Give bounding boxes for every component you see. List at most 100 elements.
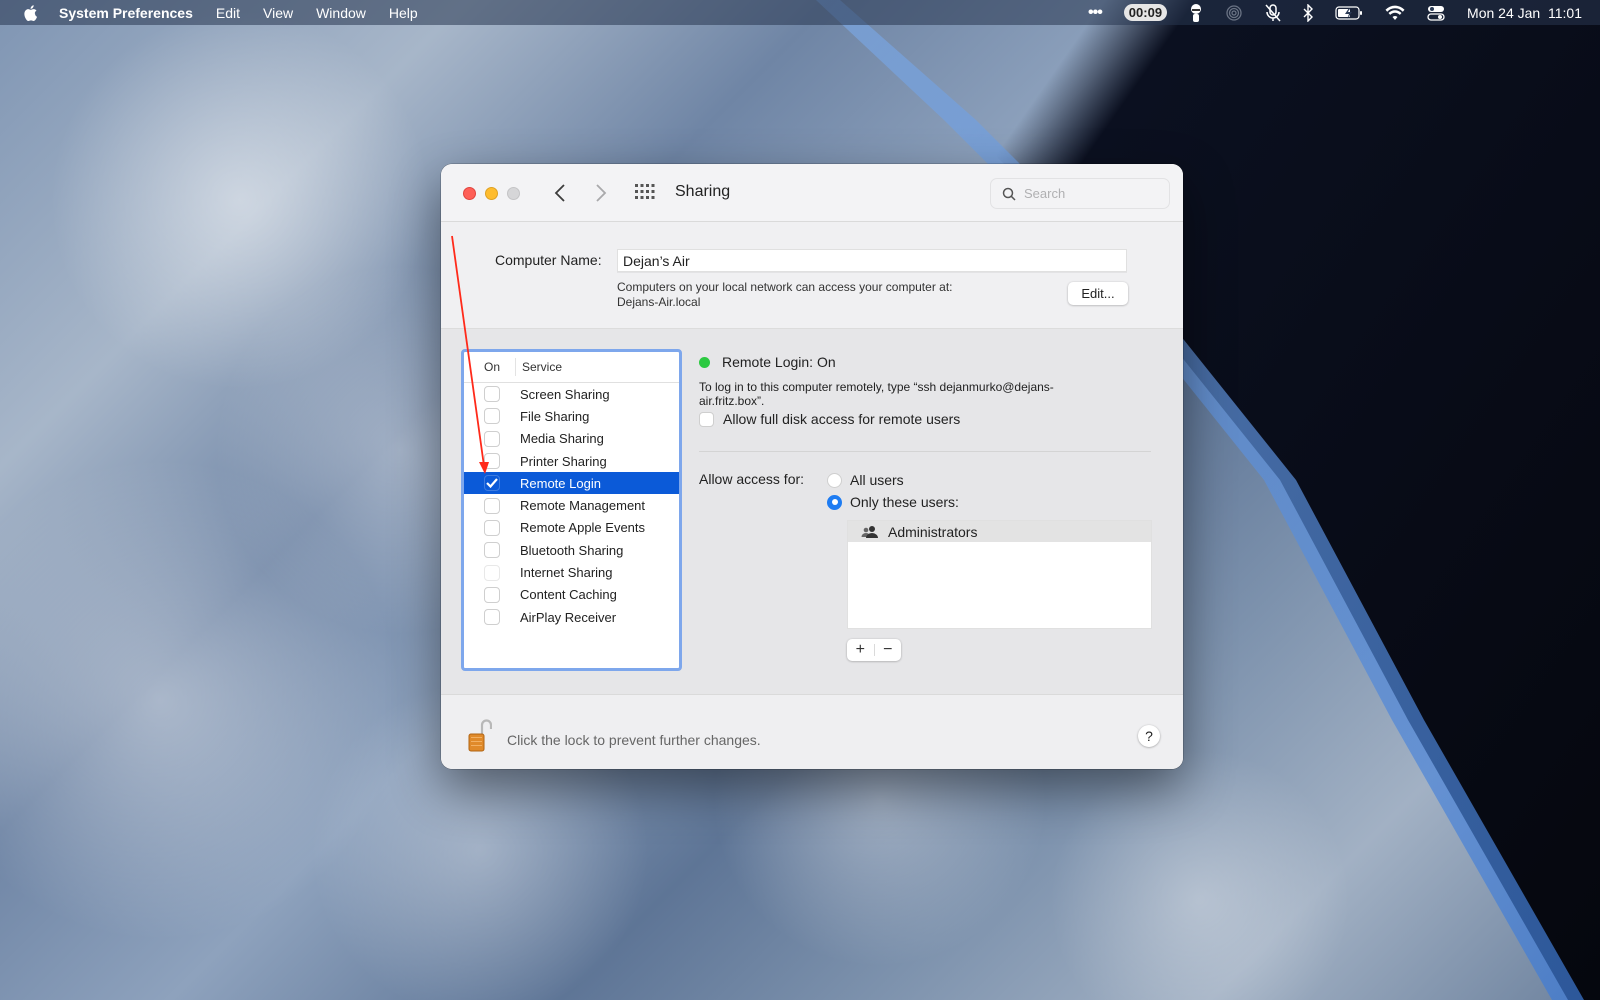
help-button[interactable]: ? [1138,725,1160,747]
bluetooth-icon[interactable] [1303,0,1314,25]
user-list-controls: + − [847,639,901,661]
computer-name-input[interactable] [617,249,1127,272]
menu-app-name[interactable]: System Preferences [59,5,193,21]
computer-name-note: Computers on your local network can acce… [617,280,953,309]
window-title: Sharing [675,183,731,200]
service-label: Bluetooth Sharing [520,542,624,558]
service-checkbox[interactable] [484,586,500,603]
recording-timer[interactable]: 00:09 [1123,0,1168,25]
search-input[interactable] [1024,186,1154,201]
full-disk-access-checkbox[interactable] [699,411,714,427]
all-users-radio[interactable] [827,472,842,488]
search-icon [1002,187,1016,201]
airdrop-icon[interactable] [1225,0,1243,25]
service-row[interactable]: Screen Sharing [464,383,679,405]
service-label: AirPlay Receiver [520,609,617,625]
status-indicator-icon [699,356,710,368]
user-face-icon[interactable] [1189,0,1203,25]
control-center-icon[interactable] [1427,0,1445,25]
access-only-these-users-option[interactable]: Only these users: [827,494,959,510]
wifi-icon[interactable] [1385,0,1405,25]
service-row[interactable]: Remote Apple Events [464,517,679,539]
local-hostname: Dejans-Air.local [617,295,701,309]
chevron-right-icon [596,184,607,202]
service-row[interactable]: Internet Sharing [464,561,679,583]
service-list-header: On Service [464,352,679,383]
service-row[interactable]: Content Caching [464,584,679,606]
service-checkbox[interactable] [484,519,500,536]
minimize-window-button[interactable] [485,187,498,200]
group-icon [861,525,878,538]
service-row[interactable]: Remote Management [464,494,679,516]
full-disk-access-option[interactable]: Allow full disk access for remote users [699,411,960,427]
service-checkbox[interactable] [484,430,500,447]
battery-charging-icon[interactable] [1335,0,1363,25]
grid-icon [635,184,655,199]
sharing-preferences-window: Sharing Computer Name: Computers on your… [441,164,1183,769]
service-row[interactable]: Media Sharing [464,428,679,450]
service-label: Internet Sharing [520,565,613,581]
column-header-service[interactable]: Service [516,360,562,374]
service-row[interactable]: AirPlay Receiver [464,606,679,628]
column-header-on[interactable]: On [464,358,516,376]
service-row[interactable]: File Sharing [464,405,679,427]
microphone-muted-icon[interactable] [1265,0,1281,25]
status-tray: ••• 00:09 Mon 24 Jan 11:01 [1066,0,1582,25]
user-list-item[interactable]: Administrators [848,521,1151,542]
service-label: Remote Login [520,475,601,491]
service-checkbox [484,564,500,581]
service-status: Remote Login: On [699,354,836,370]
close-window-button[interactable] [463,187,476,200]
zoom-window-button[interactable] [507,187,520,200]
service-label: Remote Apple Events [520,520,646,536]
menu-window[interactable]: Window [316,5,366,21]
window-footer: Click the lock to prevent further change… [441,694,1183,769]
service-list[interactable]: On Service Screen Sharing File Sharing Med… [461,349,682,671]
service-checkbox[interactable] [484,542,500,559]
forward-button[interactable] [589,181,613,205]
ellipsis-icon[interactable]: ••• [1088,0,1103,25]
service-row[interactable]: Printer Sharing [464,450,679,472]
menu-bar: System Preferences Edit View Window Help… [0,0,1600,25]
service-row[interactable]: Remote Login [464,472,679,495]
show-all-button[interactable] [635,184,655,202]
checkmark-icon [486,478,498,489]
edit-hostname-button[interactable]: Edit... [1068,282,1128,305]
service-checkbox[interactable] [484,609,500,626]
service-label: Media Sharing [520,431,604,447]
add-user-button[interactable]: + [847,639,874,661]
apple-logo-icon[interactable] [21,4,39,22]
remove-user-button[interactable]: − [875,639,902,661]
access-all-users-option[interactable]: All users [827,472,904,488]
service-label: File Sharing [520,408,590,424]
computer-name-section: Computer Name: Computers on your local n… [441,222,1183,329]
allowed-users-list[interactable]: Administrators [847,520,1152,629]
service-rows: Screen Sharing File Sharing Media Sharing P… [464,383,679,628]
section-divider [699,451,1151,452]
only-these-users-radio[interactable] [827,494,842,510]
chevron-left-icon [554,184,565,202]
service-label: Screen Sharing [520,386,610,402]
menu-view[interactable]: View [263,5,293,21]
allow-access-label: Allow access for: [699,471,805,487]
search-field[interactable] [990,178,1170,209]
full-disk-access-label: Allow full disk access for remote users [723,411,961,427]
service-checkbox[interactable] [484,497,500,514]
service-checkbox[interactable] [484,475,500,492]
service-label: Content Caching [520,587,617,603]
computer-name-label: Computer Name: [495,252,602,268]
menu-edit[interactable]: Edit [216,5,240,21]
services-section: On Service Screen Sharing File Sharing Med… [441,329,1183,694]
menu-clock[interactable]: Mon 24 Jan 11:01 [1467,5,1582,21]
back-button[interactable] [548,181,572,205]
ssh-instructions: To log in to this computer remotely, typ… [699,380,1054,408]
service-row[interactable]: Bluetooth Sharing [464,539,679,561]
service-label: Remote Management [520,498,646,514]
window-toolbar: Sharing [441,164,1183,222]
service-checkbox[interactable] [484,408,500,425]
unlocked-padlock-icon[interactable] [468,717,492,753]
service-checkbox[interactable] [484,386,500,403]
lock-message: Click the lock to prevent further change… [507,732,761,748]
menu-help[interactable]: Help [389,5,418,21]
service-checkbox[interactable] [484,453,500,470]
